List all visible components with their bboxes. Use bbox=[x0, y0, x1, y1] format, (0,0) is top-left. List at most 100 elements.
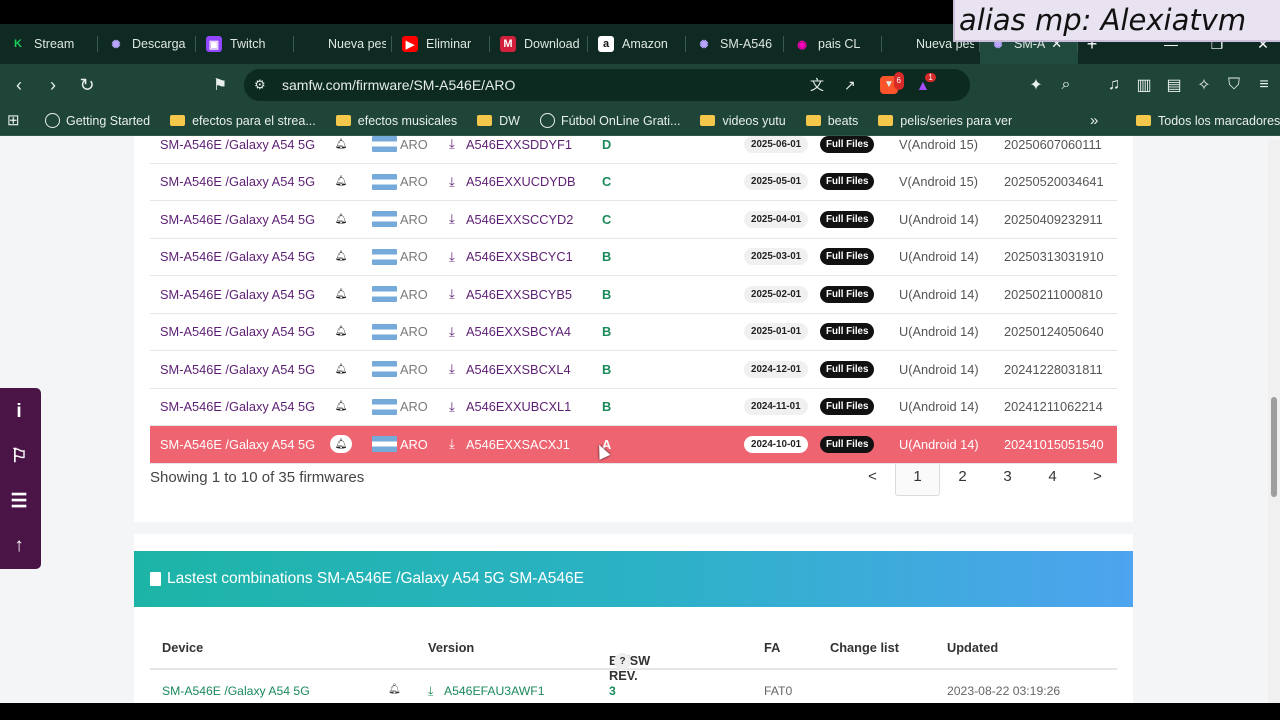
extensions-icon[interactable]: ✦ bbox=[1024, 73, 1048, 97]
combo-device-link[interactable]: SM-A546E /Galaxy A54 5G bbox=[162, 684, 310, 698]
region-code: ARO bbox=[400, 361, 428, 377]
bit-value: B bbox=[602, 286, 612, 302]
notify-bell-icon[interactable]: 🔔︎ bbox=[330, 323, 352, 341]
address-bar[interactable]: ⚙ samfw.com/firmware/SM-A546E/ARO 文 ↗ ▼ 6… bbox=[244, 69, 970, 101]
tab-1[interactable]: ✺ Descarga bbox=[98, 24, 196, 64]
download-icon[interactable]: ⤓ bbox=[449, 436, 455, 452]
tab-2[interactable]: ▣ Twitch bbox=[196, 24, 294, 64]
reload-icon[interactable]: ↻ bbox=[72, 70, 102, 100]
firmware-row[interactable]: SM-A546E /Galaxy A54 5G 🔔︎ ARO ⤓ A546EXXSBCX… bbox=[150, 351, 1117, 389]
tab-7[interactable]: ✺ SM-A546 bbox=[686, 24, 784, 64]
brave-shield-icon[interactable]: ▼ 6 bbox=[880, 72, 904, 94]
notify-bell-icon[interactable]: 🔔︎ bbox=[330, 285, 352, 303]
vpn-icon[interactable]: ⛉ bbox=[1222, 73, 1246, 97]
download-icon[interactable]: ⤓ bbox=[449, 136, 455, 152]
notify-bell-icon[interactable]: 🔔︎ bbox=[330, 248, 352, 266]
bookmark-item[interactable]: Fútbol OnLine Grati... bbox=[539, 113, 680, 128]
download-icon[interactable]: ⤓ bbox=[449, 324, 455, 340]
rewards-icon[interactable]: ▲ 1 bbox=[916, 73, 936, 93]
translate-icon[interactable]: 文 bbox=[810, 75, 824, 95]
pda-link[interactable]: A546EXXUBCXL1 bbox=[466, 399, 571, 414]
pda-link[interactable]: A546EXXSDDYF1 bbox=[466, 137, 572, 152]
page-scrollbar[interactable] bbox=[1268, 140, 1280, 703]
pda-link[interactable]: A546EXXSACXJ1 bbox=[466, 437, 570, 452]
tab-5[interactable]: M Download bbox=[490, 24, 588, 64]
argentina-flag-icon bbox=[372, 398, 397, 415]
scroll-top-icon[interactable]: ↑ bbox=[5, 532, 33, 560]
tab-8[interactable]: ◉ pais CL bbox=[784, 24, 882, 64]
bookmark-item[interactable]: efectos musicales bbox=[335, 113, 457, 128]
all-bookmarks[interactable]: Todos los marcadores bbox=[1136, 114, 1280, 128]
download-icon[interactable]: ⤓ bbox=[449, 174, 455, 190]
bookmark-item[interactable]: efectos para el strea... bbox=[170, 113, 316, 128]
device-link[interactable]: SM-A546E /Galaxy A54 5G bbox=[160, 137, 315, 152]
wallet-icon[interactable]: ▤ bbox=[1162, 73, 1186, 97]
device-link[interactable]: SM-A546E /Galaxy A54 5G bbox=[160, 437, 315, 452]
pda-link[interactable]: A546EXXSBCYB5 bbox=[466, 287, 572, 302]
device-link[interactable]: SM-A546E /Galaxy A54 5G bbox=[160, 362, 315, 377]
scrollbar-thumb[interactable] bbox=[1271, 397, 1277, 497]
folder-icon bbox=[477, 115, 493, 126]
back-icon[interactable]: ‹ bbox=[4, 70, 34, 100]
firmware-row[interactable]: SM-A546E /Galaxy A54 5G 🔔︎ ARO ⤓ A546EXXUBCX… bbox=[150, 389, 1117, 426]
notify-bell-icon[interactable]: 🔔︎ bbox=[330, 360, 352, 378]
bookmark-item[interactable]: DW bbox=[477, 113, 520, 128]
site-info-icon[interactable]: ⚙ bbox=[254, 77, 266, 93]
device-link[interactable]: SM-A546E /Galaxy A54 5G bbox=[160, 249, 315, 264]
device-link[interactable]: SM-A546E /Galaxy A54 5G bbox=[160, 324, 315, 339]
tab-4[interactable]: ▶ Eliminar bbox=[392, 24, 490, 64]
firmware-row[interactable]: SM-A546E /Galaxy A54 5G 🔔︎ ARO ⤓ A546EXXSBCY… bbox=[150, 314, 1117, 351]
notify-bell-icon[interactable]: 🔔︎ bbox=[330, 136, 352, 153]
device-link[interactable]: SM-A546E /Galaxy A54 5G bbox=[160, 287, 315, 302]
download-icon[interactable]: ⤓ bbox=[428, 684, 433, 699]
notify-bell-icon[interactable]: 🔔︎ bbox=[330, 210, 352, 228]
firmware-row[interactable]: SM-A546E /Galaxy A54 5G 🔔︎ ARO ⤓ A546EXXSBCY… bbox=[150, 276, 1117, 314]
firmware-row[interactable]: SM-A546E /Galaxy A54 5G 🔔︎ ARO ⤓ A546EXXSBCY… bbox=[150, 239, 1117, 276]
menu-icon[interactable]: ≡ bbox=[1252, 73, 1276, 97]
list-icon[interactable]: ☰ bbox=[5, 487, 33, 515]
region-code: ARO bbox=[400, 286, 428, 302]
notify-bell-icon[interactable]: 🔔︎ bbox=[330, 173, 352, 191]
pda-link[interactable]: A546EXXSCCYD2 bbox=[466, 212, 573, 227]
share-icon[interactable]: ↗ bbox=[844, 77, 856, 94]
firmware-row[interactable]: SM-A546E /Galaxy A54 5G 🔔︎ ARO ⤓ A546EXXSDDY… bbox=[150, 136, 1117, 164]
download-icon[interactable]: ⤓ bbox=[449, 399, 455, 415]
download-icon[interactable]: ⤓ bbox=[449, 286, 455, 302]
firmware-row[interactable]: SM-A546E /Galaxy A54 5G 🔔︎ ARO ⤓ A546EXXSCCY… bbox=[150, 201, 1117, 239]
notify-bell-icon[interactable]: 🔔︎ bbox=[388, 684, 401, 695]
firmware-row[interactable]: SM-A546E /Galaxy A54 5G 🔔︎ ARO ⤓ A546EXXSACX… bbox=[150, 426, 1117, 464]
device-link[interactable]: SM-A546E /Galaxy A54 5G bbox=[160, 212, 315, 227]
bookmark-item[interactable]: pelis/series para ver bbox=[878, 113, 1012, 128]
download-icon[interactable]: ⤓ bbox=[449, 211, 455, 227]
bookmark-icon[interactable]: ⚑ bbox=[208, 73, 232, 97]
combo-version-link[interactable]: A546EFAU3AWF1 bbox=[444, 684, 544, 698]
bit-value: D bbox=[602, 136, 612, 152]
help-icon[interactable]: ? bbox=[614, 653, 631, 670]
bookmark-item[interactable]: Getting Started bbox=[45, 113, 150, 128]
device-link[interactable]: SM-A546E /Galaxy A54 5G bbox=[160, 399, 315, 414]
flag-icon[interactable]: ⚐ bbox=[5, 442, 33, 470]
tab-0[interactable]: K Stream bbox=[0, 24, 98, 64]
pda-link[interactable]: A546EXXSBCYC1 bbox=[466, 249, 573, 264]
firmware-row[interactable]: SM-A546E /Galaxy A54 5G 🔔︎ ARO ⤓ A546EXXUCDY… bbox=[150, 164, 1117, 201]
download-icon[interactable]: ⤓ bbox=[449, 361, 455, 377]
forward-icon[interactable]: › bbox=[38, 70, 68, 100]
apps-icon[interactable]: ⊞ bbox=[7, 112, 23, 129]
device-link[interactable]: SM-A546E /Galaxy A54 5G bbox=[160, 174, 315, 189]
notify-bell-icon[interactable]: 🔔︎ bbox=[330, 398, 352, 416]
bookmark-item[interactable]: beats bbox=[805, 113, 858, 128]
pda-link[interactable]: A546EXXUCDYDB bbox=[466, 174, 576, 189]
tab-6[interactable]: a Amazon bbox=[588, 24, 686, 64]
reader-icon[interactable]: ⌕ bbox=[1054, 73, 1078, 97]
tab-3[interactable]: Nueva pestaña bbox=[294, 24, 392, 64]
bookmarks-more-icon[interactable]: » bbox=[1090, 112, 1098, 129]
pda-link[interactable]: A546EXXSBCYA4 bbox=[466, 324, 571, 339]
sidebar-icon[interactable]: ▥ bbox=[1132, 73, 1156, 97]
leo-icon[interactable]: ✧ bbox=[1192, 73, 1216, 97]
notify-bell-icon[interactable]: 🔔︎ bbox=[330, 435, 352, 454]
media-icon[interactable]: ♫ bbox=[1102, 73, 1126, 97]
download-icon[interactable]: ⤓ bbox=[449, 249, 455, 265]
bookmark-item[interactable]: videos yutu bbox=[700, 113, 786, 128]
pda-link[interactable]: A546EXXSBCXL4 bbox=[466, 362, 571, 377]
info-icon[interactable]: i bbox=[5, 398, 33, 426]
